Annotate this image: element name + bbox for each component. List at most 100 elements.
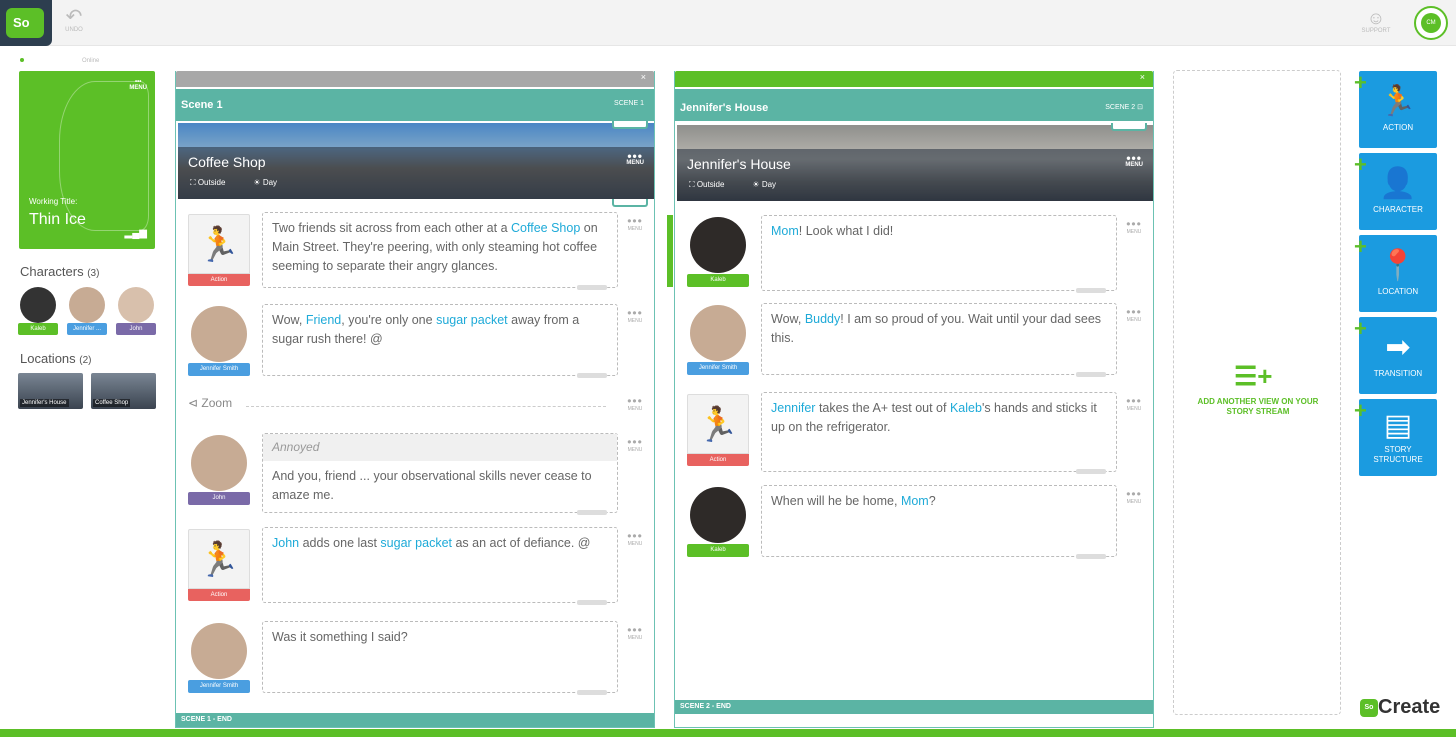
add-list-icon: ☰+ <box>1234 361 1273 391</box>
character-avatar[interactable]: Jennifer Smith <box>687 305 749 377</box>
beat-menu-button[interactable]: ••• MENU <box>625 436 645 455</box>
resize-handle[interactable] <box>1076 288 1106 293</box>
beat-type-label: Action <box>687 454 749 466</box>
beat-menu-button[interactable]: ••• MENU <box>625 307 645 326</box>
beat-menu-button[interactable]: ••• MENU <box>1124 218 1144 237</box>
character-avatar[interactable]: Kaleb <box>687 487 749 559</box>
beat-menu-button[interactable]: ••• MENU <box>625 395 645 414</box>
beat-text[interactable]: John adds one last sugar packet as an ac… <box>262 527 618 605</box>
beat-text-segment: takes the A+ test out of <box>815 401 950 415</box>
beat-text-segment: Two friends sit across from each other a… <box>272 221 511 235</box>
undo-button[interactable]: ↶ UNDO <box>62 7 86 34</box>
entity-link[interactable]: Mom <box>771 224 799 238</box>
zoom-icon: ⊲ <box>188 396 202 410</box>
zoom-transition[interactable]: ⊲ Zoom <box>188 396 232 410</box>
user-avatar[interactable]: CM <box>1414 6 1448 40</box>
scene-1-location-menu[interactable]: ••• MENU <box>626 150 644 167</box>
character-avatar[interactable]: Kaleb <box>687 217 749 289</box>
parenthetical[interactable]: Annoyed <box>263 434 617 461</box>
add-action-button[interactable]: + 🏃 ACTION <box>1354 71 1437 148</box>
location-name: Jennifer's House <box>20 399 69 407</box>
scene-1-panel: × Scene 1 SCENE 1 Coffee Shop ⛶ Outside ☀… <box>175 71 655 728</box>
locations-heading: Locations (2) <box>20 351 92 366</box>
scene-1-header[interactable]: Scene 1 SCENE 1 <box>176 89 654 121</box>
add-transition-button[interactable]: + ➡ TRANSITION <box>1354 317 1437 394</box>
resize-handle[interactable] <box>577 600 607 605</box>
location-chip[interactable]: Coffee Shop <box>91 373 156 409</box>
beat-text[interactable]: Was it something I said? <box>262 621 618 695</box>
scene-1-number: SCENE 1 <box>614 100 644 107</box>
support-button[interactable]: ☺ SUPPORT <box>1360 9 1392 36</box>
stats-icon[interactable]: ▂▄▆ <box>125 228 147 239</box>
entity-link[interactable]: Buddy <box>805 312 840 326</box>
resize-handle[interactable] <box>1076 554 1106 559</box>
beat-menu-button[interactable]: ••• MENU <box>625 624 645 643</box>
beat-text[interactable]: Two friends sit across from each other a… <box>262 212 618 290</box>
entity-link[interactable]: Friend <box>306 313 341 327</box>
scene-2-location-image[interactable]: Jennifer's House ⛶ Outside ☀ Day ••• MENU <box>677 125 1153 201</box>
scene-2-location-menu[interactable]: ••• MENU <box>1125 152 1143 169</box>
scene-1-location-image[interactable]: Coffee Shop ⛶ Outside ☀ Day ••• MENU <box>178 123 654 199</box>
app-logo[interactable]: So <box>0 0 52 46</box>
scene-2-drag-bar[interactable]: × <box>675 71 1153 87</box>
beat-menu-button[interactable]: ••• MENU <box>1124 395 1144 414</box>
action-beat-icon[interactable]: 🏃 Action <box>687 394 749 466</box>
beat-text[interactable]: Jennifer takes the A+ test out of Kaleb'… <box>761 392 1117 474</box>
location-chip[interactable]: Jennifer's House <box>18 373 83 409</box>
resize-handle[interactable] <box>577 285 607 290</box>
beat-text[interactable]: When will he be home, Mom? <box>761 485 1117 559</box>
drop-indicator <box>667 215 673 287</box>
resize-handle[interactable] <box>1076 372 1106 377</box>
entity-link[interactable]: sugar packet <box>380 536 452 550</box>
character-chip[interactable]: Kaleb <box>18 287 58 337</box>
card-tab <box>612 121 648 129</box>
top-bar: So ↶ UNDO ☺ SUPPORT CM <box>0 0 1456 46</box>
beat-text[interactable]: Mom! Look what I did! <box>761 215 1117 293</box>
action-beat-icon[interactable]: 🏃 Action <box>188 214 250 286</box>
beat-menu-button[interactable]: ••• MENU <box>625 530 645 549</box>
entity-link[interactable]: sugar packet <box>436 313 508 327</box>
scene-1-drag-bar[interactable]: × <box>176 71 654 87</box>
character-chip[interactable]: Jennifer ... <box>67 287 107 337</box>
scene-2-panel: × Jennifer's House SCENE 2 ⊡ Jennifer's … <box>674 71 1154 728</box>
beat-text[interactable]: Annoyed And you, friend ... your observat… <box>262 433 618 515</box>
character-photo <box>690 217 746 273</box>
beat-text-segment: Wow, <box>771 312 805 326</box>
resize-handle[interactable] <box>1076 469 1106 474</box>
beat-menu-button[interactable]: ••• MENU <box>1124 306 1144 325</box>
tool-label: LOCATION <box>1377 287 1419 296</box>
beat-menu-button[interactable]: ••• MENU <box>1124 488 1144 507</box>
sun-icon: ☀ Day <box>752 180 777 189</box>
tool-label: ACTION <box>1382 123 1414 132</box>
entity-link[interactable]: John <box>272 536 299 550</box>
add-location-button[interactable]: + 📍 LOCATION <box>1354 235 1437 312</box>
beat-text[interactable]: Wow, Friend, you're only one sugar packe… <box>262 304 618 378</box>
resize-handle[interactable] <box>577 510 607 515</box>
resize-handle[interactable] <box>577 373 607 378</box>
entity-link[interactable]: Mom <box>901 494 929 508</box>
character-avatar[interactable]: John <box>188 435 250 507</box>
entity-link[interactable]: Coffee Shop <box>511 221 580 235</box>
title-menu-button[interactable]: ••• MENU <box>129 79 147 91</box>
scene-1-close-button[interactable]: × <box>641 72 646 82</box>
character-chip[interactable]: John <box>116 287 156 337</box>
character-name: Jennifer Smith <box>188 680 250 693</box>
character-avatar[interactable]: Jennifer Smith <box>188 623 250 695</box>
resize-handle[interactable] <box>577 690 607 695</box>
beat-text-segment: adds one last <box>299 536 381 550</box>
scene-2-close-button[interactable]: × <box>1140 72 1145 82</box>
ship-illustration-icon <box>59 81 149 231</box>
action-beat-icon[interactable]: 🏃 Action <box>188 529 250 601</box>
add-story-structure-button[interactable]: + ▤ STORY STRUCTURE <box>1354 399 1437 476</box>
online-status: Online <box>20 58 99 64</box>
beat-text[interactable]: Wow, Buddy! I am so proud of you. Wait u… <box>761 303 1117 377</box>
beat-menu-button[interactable]: ••• MENU <box>625 215 645 234</box>
scene-2-header[interactable]: Jennifer's House SCENE 2 ⊡ <box>675 89 1153 121</box>
entity-link[interactable]: Jennifer <box>771 401 815 415</box>
character-avatar[interactable]: Jennifer Smith <box>188 306 250 378</box>
add-view-area[interactable]: ☰+ ADD ANOTHER VIEW ON YOUR STORY STREAM <box>1173 70 1341 715</box>
entity-link[interactable]: Kaleb <box>950 401 982 415</box>
title-card[interactable]: ••• MENU Working Title: Thin Ice ▂▄▆ <box>19 71 155 249</box>
add-character-button[interactable]: + 👤 CHARACTER <box>1354 153 1437 230</box>
brand-logo: So Create <box>1360 696 1440 719</box>
